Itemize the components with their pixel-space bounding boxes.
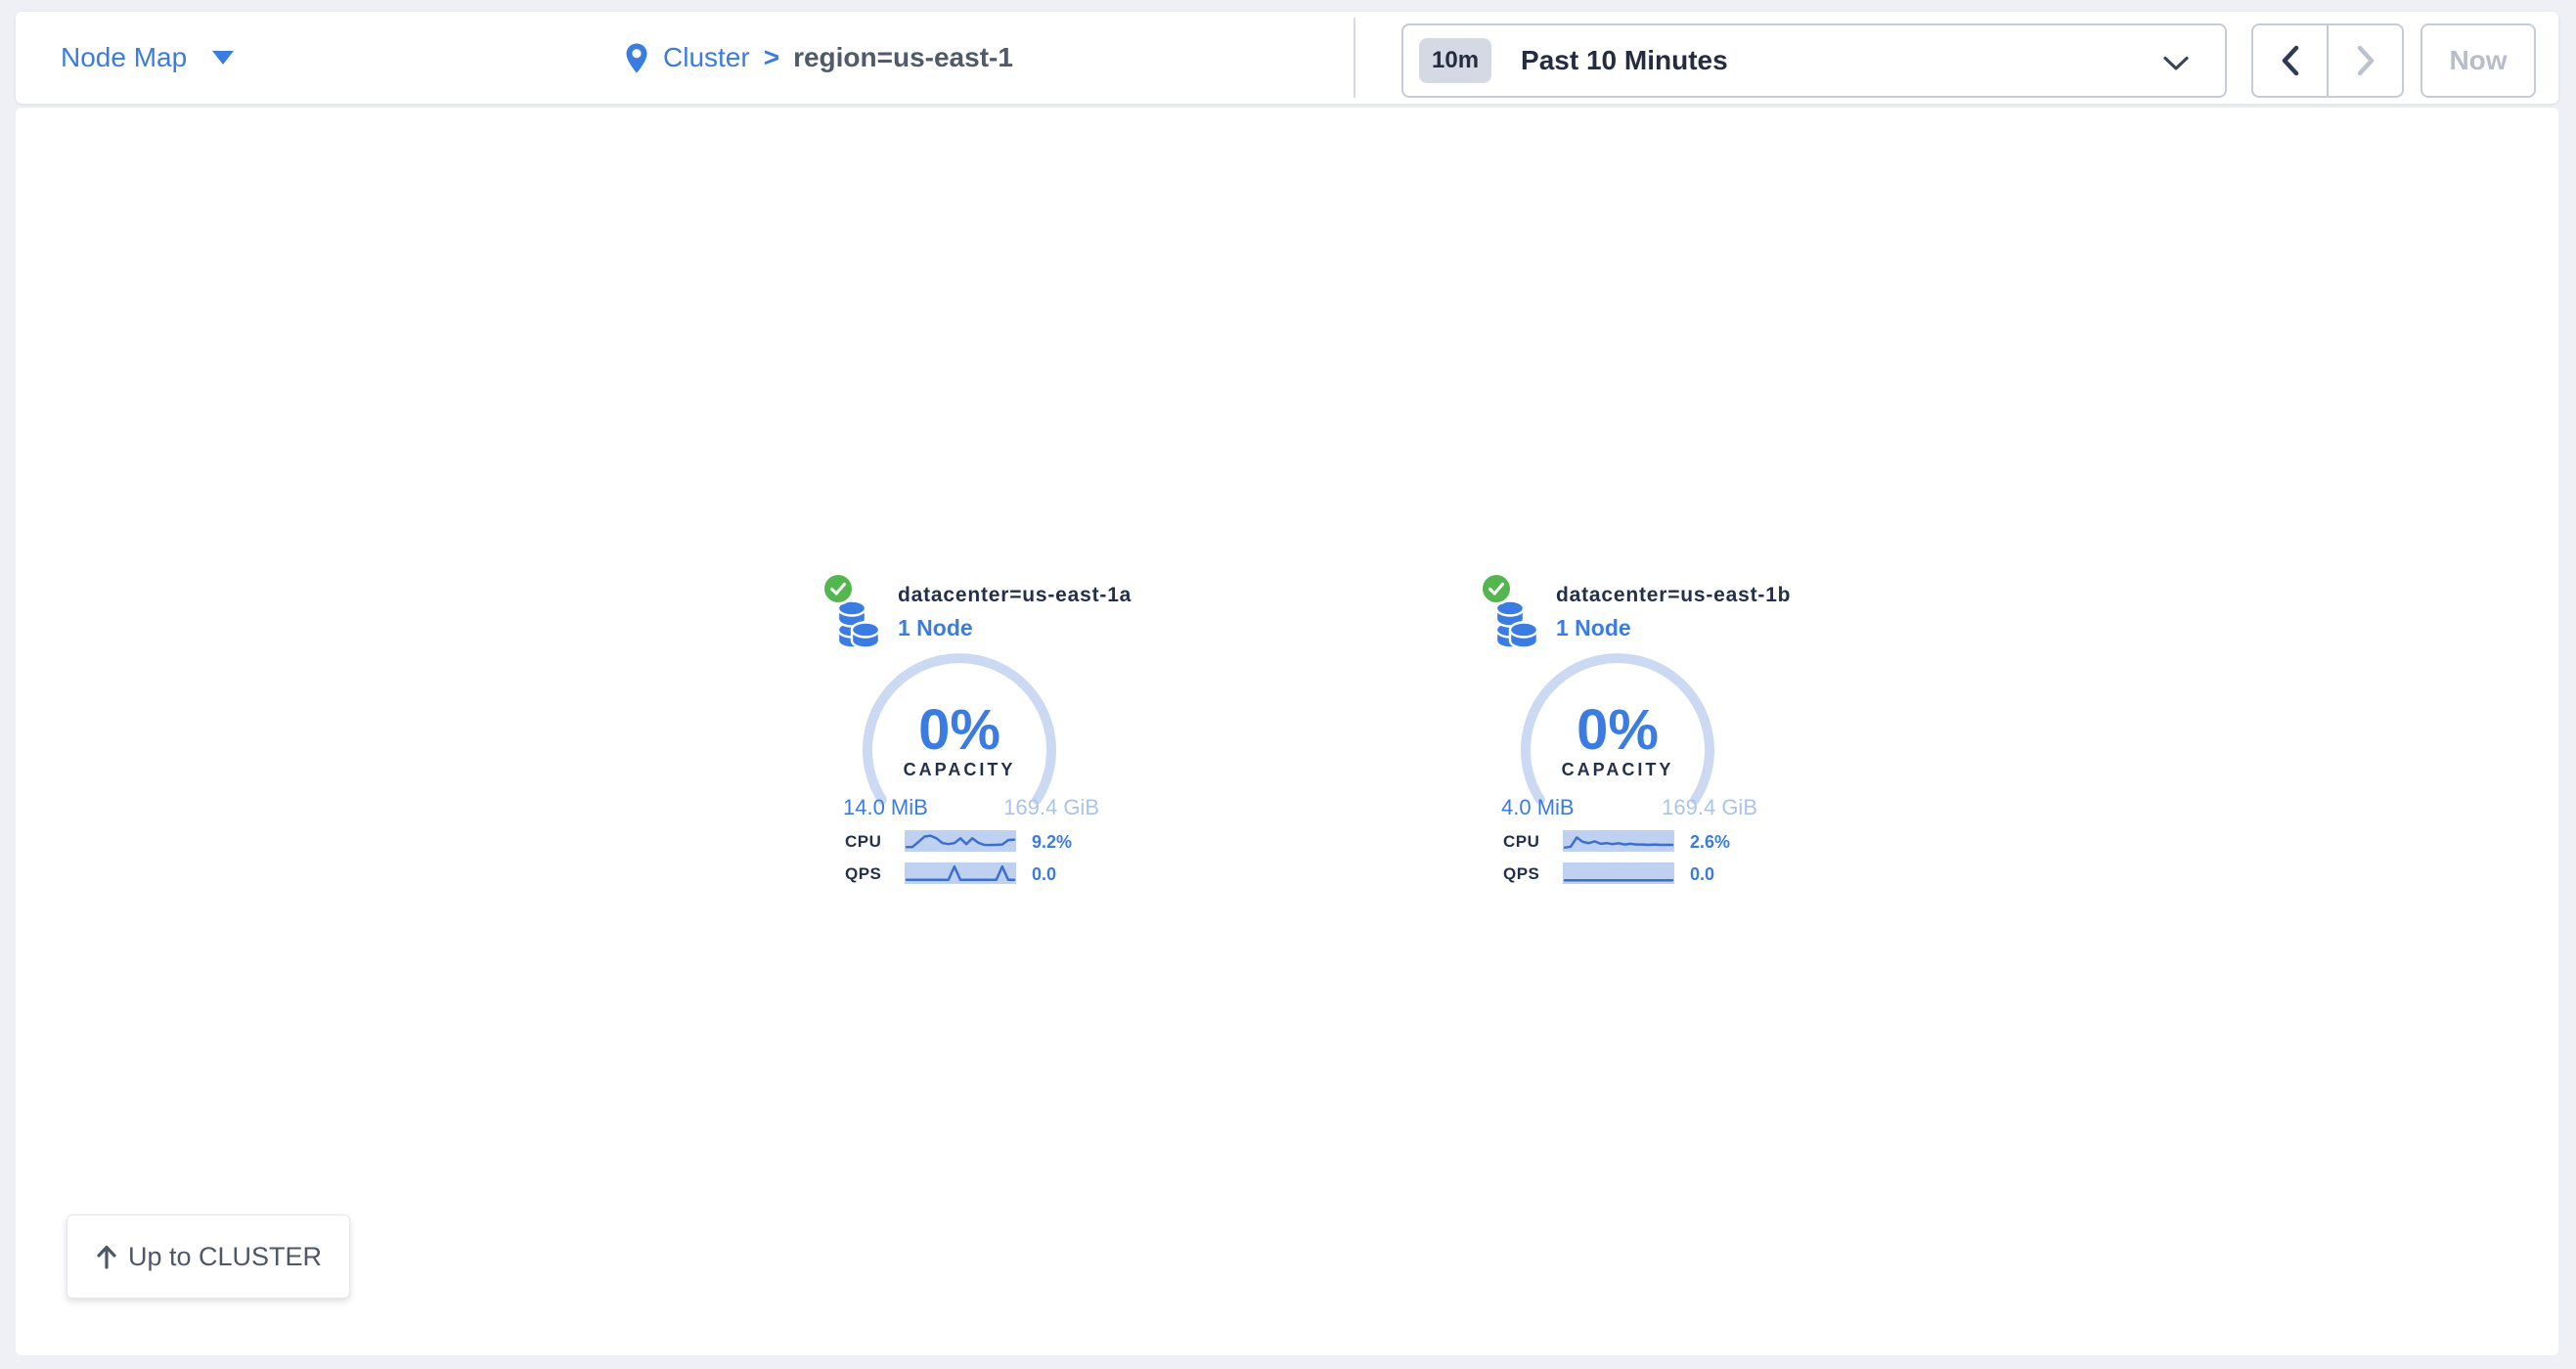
breadcrumb-separator: > <box>764 42 779 73</box>
time-range-label: Past 10 Minutes <box>1521 45 1728 76</box>
locality-node-count-link[interactable]: 1 Node <box>1556 615 1631 641</box>
qps-sparkline <box>1563 862 1674 884</box>
capacity-used: 4.0 MiB <box>1501 795 1575 820</box>
header-bar: Node Map Cluster > region=us-east-1 10m … <box>16 12 2558 104</box>
qps-metric-row: QPS 0.0 <box>1501 862 1775 886</box>
capacity-label: CAPACITY <box>852 760 1067 780</box>
time-range-badge: 10m <box>1419 38 1491 83</box>
time-step-controls <box>2251 23 2404 98</box>
view-selector-label: Node Map <box>61 42 187 73</box>
time-range-dropdown[interactable]: 10m Past 10 Minutes <box>1401 23 2227 98</box>
locality-title: datacenter=us-east-1b <box>1556 584 1791 607</box>
qps-value: 0.0 <box>1032 864 1056 885</box>
cpu-value: 9.2% <box>1032 832 1072 853</box>
cpu-value: 2.6% <box>1690 832 1730 853</box>
cpu-metric-row: CPU 9.2% <box>843 830 1117 854</box>
locality-title: datacenter=us-east-1a <box>898 584 1132 607</box>
up-to-cluster-button[interactable]: Up to CLUSTER <box>67 1214 350 1299</box>
qps-metric-row: QPS 0.0 <box>843 862 1117 886</box>
capacity-range: 14.0 MiB 169.4 GiB <box>843 795 1099 820</box>
locality-card-us-east-1b[interactable]: datacenter=us-east-1b 1 Node 0% CAPACITY… <box>1480 572 1793 905</box>
cpu-label: CPU <box>845 832 881 852</box>
chevron-down-icon <box>2162 56 2190 71</box>
view-selector-dropdown[interactable]: Node Map <box>61 12 234 104</box>
locality-node-count-link[interactable]: 1 Node <box>898 615 973 641</box>
cpu-sparkline <box>1563 830 1674 852</box>
location-pin-icon <box>624 42 649 74</box>
qps-value: 0.0 <box>1690 864 1714 885</box>
time-step-forward-button[interactable] <box>2329 25 2402 96</box>
capacity-percent: 0% <box>1510 697 1725 763</box>
header-divider <box>1354 18 1355 98</box>
time-step-back-button[interactable] <box>2253 25 2329 96</box>
capacity-total: 169.4 GiB <box>1003 795 1099 820</box>
breadcrumb: Cluster > region=us-east-1 <box>624 12 1013 104</box>
chevron-right-icon <box>2353 44 2378 77</box>
capacity-total: 169.4 GiB <box>1662 795 1757 820</box>
node-map-page: Node Map Cluster > region=us-east-1 10m … <box>0 0 2576 1369</box>
cpu-label: CPU <box>1503 832 1539 852</box>
now-button-label: Now <box>2449 45 2507 76</box>
caret-down-icon <box>212 51 234 65</box>
healthy-check-icon <box>1480 572 1513 605</box>
qps-sparkline <box>905 862 1016 884</box>
arrow-up-icon <box>95 1244 118 1269</box>
capacity-label: CAPACITY <box>1510 760 1725 780</box>
up-to-cluster-label: Up to CLUSTER <box>128 1242 322 1272</box>
capacity-used: 14.0 MiB <box>843 795 928 820</box>
qps-label: QPS <box>1503 864 1539 884</box>
qps-label: QPS <box>845 864 881 884</box>
capacity-range: 4.0 MiB 169.4 GiB <box>1501 795 1757 820</box>
cpu-sparkline <box>905 830 1016 852</box>
breadcrumb-cluster-link[interactable]: Cluster <box>663 42 750 73</box>
chevron-left-icon <box>2278 44 2303 77</box>
now-button[interactable]: Now <box>2421 23 2536 98</box>
breadcrumb-current: region=us-east-1 <box>793 42 1013 73</box>
capacity-percent: 0% <box>852 697 1067 763</box>
locality-card-us-east-1a[interactable]: datacenter=us-east-1a 1 Node 0% CAPACITY… <box>822 572 1134 905</box>
cpu-metric-row: CPU 2.6% <box>1501 830 1775 854</box>
map-canvas: datacenter=us-east-1a 1 Node 0% CAPACITY… <box>16 108 2558 1355</box>
healthy-check-icon <box>822 572 855 605</box>
